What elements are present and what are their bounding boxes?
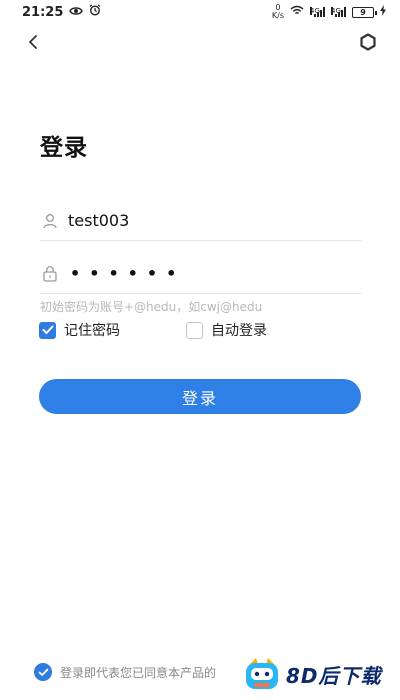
page-title: 登录 xyxy=(40,135,88,161)
alarm-icon xyxy=(89,4,101,20)
status-left: 21:25 xyxy=(22,4,101,20)
password-hint: 初始密码为账号+@hedu，如cwj@hedu xyxy=(40,300,263,314)
status-right: 0 K/s 4G 4G 9 xyxy=(272,4,386,20)
signal-sim2-icon: 4G xyxy=(331,7,346,17)
agreement-text: 登录即代表您已同意本产品的 xyxy=(60,665,217,680)
sim1-tag: 4G xyxy=(310,7,320,15)
checkmark-icon xyxy=(39,321,56,339)
auto-login-checkbox[interactable]: 自动登录 xyxy=(186,320,267,340)
hexagon-settings-icon xyxy=(359,33,377,55)
login-button[interactable]: 登录 xyxy=(39,379,361,414)
wifi-icon xyxy=(290,5,304,19)
user-icon xyxy=(40,211,60,231)
signal-sim1-icon: 4G xyxy=(310,7,325,17)
auto-login-label: 自动登录 xyxy=(211,323,267,339)
lock-icon xyxy=(40,264,60,284)
watermark: 8D后下载 xyxy=(242,648,400,700)
net-speed: 0 K/s xyxy=(272,4,284,20)
back-button[interactable] xyxy=(22,32,44,56)
agreement-row: 登录即代表您已同意本产品的 xyxy=(34,663,216,681)
remember-password-label: 记住密码 xyxy=(64,323,120,339)
status-time: 21:25 xyxy=(22,4,64,20)
battery-icon: 9 xyxy=(352,6,377,18)
username-field xyxy=(40,201,361,241)
password-field: •••••• xyxy=(40,254,361,294)
empty-checkbox-icon xyxy=(186,321,203,339)
charging-icon xyxy=(380,5,386,19)
chevron-left-icon xyxy=(27,34,39,54)
remember-password-checkbox[interactable]: 记住密码 xyxy=(39,320,120,340)
watermark-text: 8D后下载 xyxy=(286,663,382,688)
username-input[interactable] xyxy=(68,205,361,236)
status-bar: 21:25 0 K/s 4G 4G 9 xyxy=(0,0,400,24)
agreement-check-icon[interactable] xyxy=(34,663,52,681)
battery-level: 9 xyxy=(360,7,366,17)
eye-icon xyxy=(69,5,84,20)
settings-button[interactable] xyxy=(356,32,380,56)
net-speed-unit: K/s xyxy=(271,11,284,20)
watermark-logo-icon xyxy=(242,654,282,694)
sim2-tag: 4G xyxy=(331,7,341,15)
password-input[interactable]: •••••• xyxy=(68,264,361,283)
